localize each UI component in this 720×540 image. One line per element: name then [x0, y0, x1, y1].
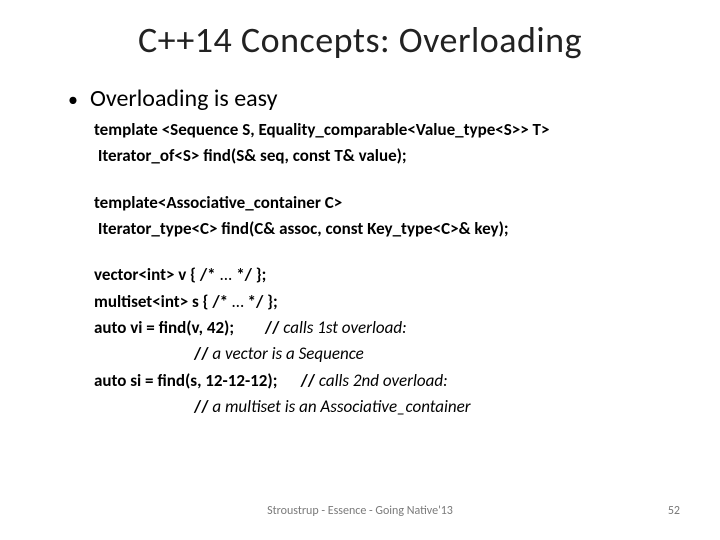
code-line: auto vi = find(v, 42); // calls 1st over… — [94, 315, 670, 341]
code-line: // a vector is a Sequence — [94, 341, 670, 367]
bullet-icon: • — [68, 90, 78, 110]
bullet-item: • Overloading is easy — [68, 84, 670, 113]
code-block: template <Sequence S, Equality_comparabl… — [94, 117, 670, 420]
code-line: multiset<int> s { /* … */ }; — [94, 289, 670, 315]
code-line: auto si = find(s, 12-12-12); // calls 2n… — [94, 368, 670, 394]
footer-text: Stroustrup - Essence - Going Native'13 — [0, 504, 720, 518]
code-line: template<Associative_container C> — [94, 190, 670, 216]
code-line: vector<int> v { /* ... */ }; — [94, 262, 670, 288]
slide-title: C++14 Concepts: Overloading — [50, 18, 670, 62]
code-line: Iterator_type<C> find(C& assoc, const Ke… — [94, 216, 670, 242]
code-line: Iterator_of<S> find(S& seq, const T& val… — [94, 143, 670, 169]
page-number: 52 — [668, 504, 680, 518]
code-line: // a multiset is an Associative_containe… — [94, 394, 670, 420]
bullet-text: Overloading is easy — [90, 84, 278, 113]
code-line: template <Sequence S, Equality_comparabl… — [94, 117, 670, 143]
slide: C++14 Concepts: Overloading • Overloadin… — [0, 0, 720, 540]
